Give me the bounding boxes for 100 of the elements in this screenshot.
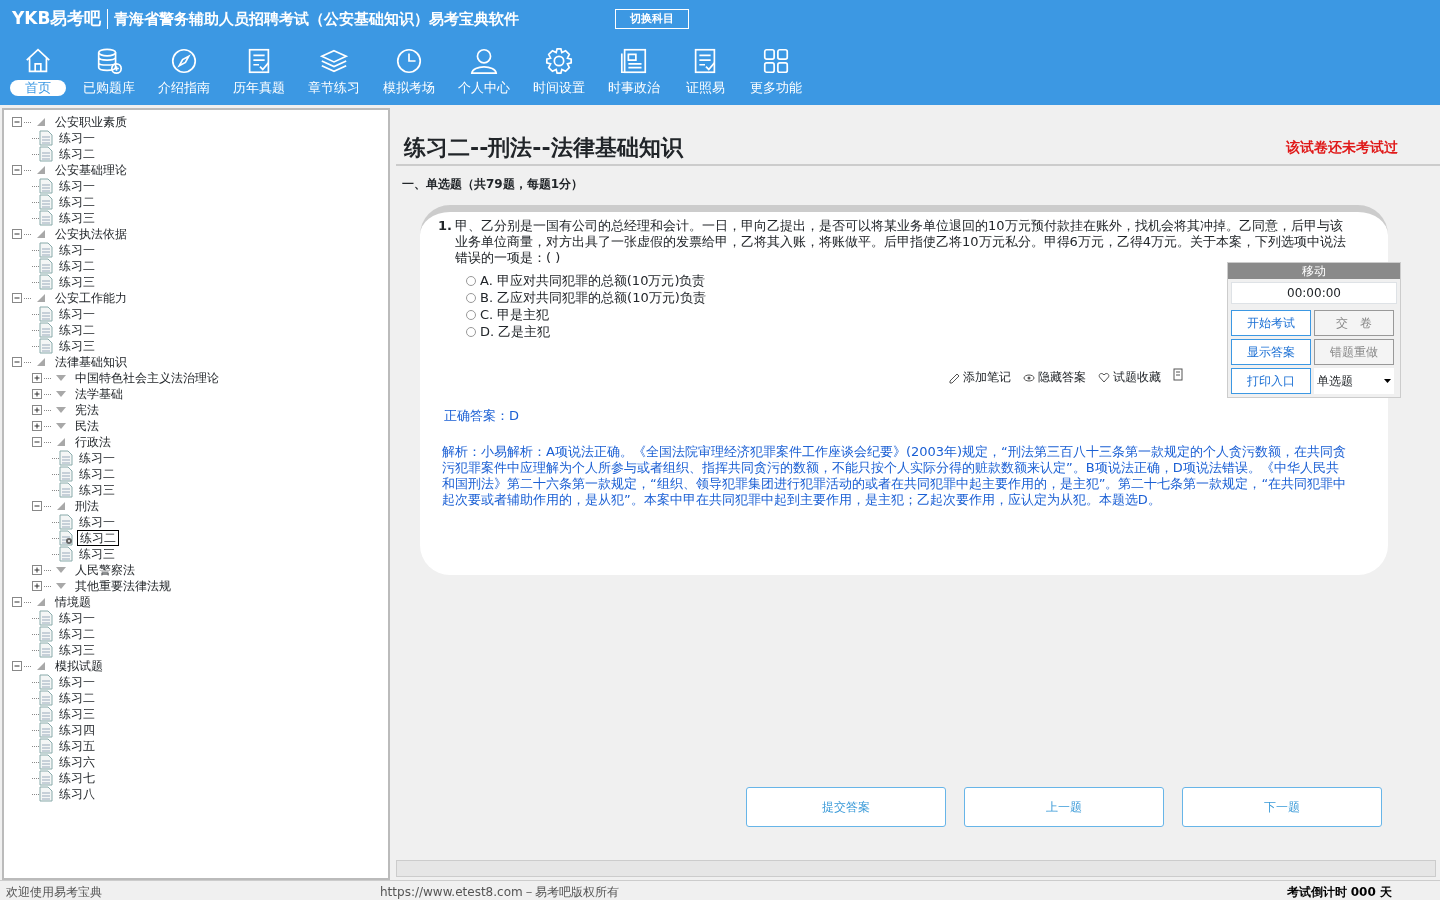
tree-leaf[interactable]: 练习五 (57, 739, 97, 753)
tree-leaf[interactable]: 练习三 (57, 275, 97, 289)
tree-leaf[interactable]: 练习一 (57, 131, 97, 145)
expand-icon[interactable] (32, 372, 43, 384)
collapse-icon[interactable] (12, 292, 23, 304)
expand-icon[interactable] (32, 388, 43, 400)
expanded-folder-icon (35, 597, 47, 607)
panel-button[interactable]: 开始考试 (1231, 310, 1311, 336)
horizontal-scrollbar[interactable] (396, 860, 1436, 877)
tree-leaf[interactable]: 练习一 (77, 515, 117, 529)
tree-leaf[interactable]: 练习七 (57, 771, 97, 785)
tree-node[interactable]: 人民警察法 (73, 563, 137, 577)
tool-link[interactable]: 添加笔记 (963, 368, 1011, 386)
tree-node[interactable]: 情境题 (53, 595, 93, 609)
tree-leaf[interactable]: 练习三 (57, 339, 97, 353)
tree-leaf[interactable]: 练习二 (57, 691, 97, 705)
tree-leaf[interactable]: 练习一 (57, 179, 97, 193)
tree-leaf[interactable]: 练习二 (77, 530, 119, 546)
tree-leaf[interactable]: 练习一 (57, 243, 97, 257)
document-icon (39, 258, 53, 274)
radio-button[interactable] (466, 275, 476, 286)
clock-icon (394, 46, 424, 76)
document-icon (59, 466, 73, 482)
collapse-icon[interactable] (12, 356, 23, 368)
question-number: 1. (438, 218, 452, 235)
collapse-icon[interactable] (32, 500, 43, 512)
tree-leaf[interactable]: 练习三 (57, 643, 97, 657)
document-icon (39, 722, 53, 738)
tree-leaf[interactable]: 练习二 (77, 467, 117, 481)
tree-leaf[interactable]: 练习八 (57, 787, 97, 801)
expand-icon[interactable] (32, 580, 43, 592)
tree-leaf[interactable]: 练习三 (77, 547, 117, 561)
tree-leaf[interactable]: 练习一 (77, 451, 117, 465)
option-letter: D. (480, 323, 495, 340)
expand-icon[interactable] (32, 404, 43, 416)
expand-icon[interactable] (32, 420, 43, 432)
expanded-folder-icon (35, 117, 47, 127)
tree-node[interactable]: 其他重要法律法规 (73, 579, 173, 593)
document-icon (59, 482, 73, 498)
heart-icon (1098, 370, 1110, 384)
radio-button[interactable] (466, 326, 476, 337)
radio-button[interactable] (466, 309, 476, 320)
tree-leaf[interactable]: 练习四 (57, 723, 97, 737)
tree-leaf[interactable]: 练习二 (57, 627, 97, 641)
option-letter: B. (480, 289, 494, 306)
book-icon[interactable] (1173, 368, 1183, 381)
option-text: 乙是主犯 (498, 323, 551, 340)
collapse-icon[interactable] (32, 436, 43, 448)
tree-leaf[interactable]: 练习一 (57, 675, 97, 689)
document-icon (39, 146, 53, 162)
tree-leaf[interactable]: 练习二 (57, 259, 97, 273)
tree-node[interactable]: 法学基础 (73, 387, 125, 401)
tree-leaf[interactable]: 练习一 (57, 307, 97, 321)
tree-node[interactable]: 宪法 (73, 403, 101, 417)
newspaper-icon (619, 46, 649, 76)
expand-icon[interactable] (32, 564, 43, 576)
tree-node[interactable]: 公安职业素质 (53, 115, 129, 129)
tool-link[interactable]: 试题收藏 (1113, 368, 1161, 386)
collapse-icon[interactable] (12, 164, 23, 176)
tree-node[interactable]: 刑法 (73, 499, 101, 513)
document-icon (39, 242, 53, 258)
tree-leaf[interactable]: 练习三 (57, 211, 97, 225)
collapse-icon[interactable] (12, 596, 23, 608)
caret-icon (1384, 379, 1391, 383)
tree-node[interactable]: 公安工作能力 (53, 291, 129, 305)
panel-button[interactable]: 显示答案 (1231, 339, 1311, 365)
document-icon (59, 546, 73, 562)
document-icon (59, 514, 73, 530)
tool-link[interactable]: 隐藏答案 (1038, 368, 1086, 386)
collapse-icon[interactable] (12, 116, 23, 128)
timer-display: 00:00:00 (1231, 282, 1397, 304)
tree-node[interactable]: 法律基础知识 (53, 355, 129, 369)
tree-node[interactable]: 民法 (73, 419, 101, 433)
tree-leaf[interactable]: 练习二 (57, 323, 97, 337)
option-letter: C. (480, 306, 494, 323)
tree-leaf[interactable]: 练习三 (77, 483, 117, 497)
tree-leaf[interactable]: 练习六 (57, 755, 97, 769)
panel-button[interactable]: 打印入口 (1231, 368, 1311, 394)
option-letter: A. (480, 272, 493, 289)
document-icon (39, 642, 53, 658)
tree-node[interactable]: 公安基础理论 (53, 163, 129, 177)
radio-button[interactable] (466, 292, 476, 303)
tree-node[interactable]: 行政法 (73, 435, 113, 449)
gear-icon (544, 46, 574, 76)
tree-leaf[interactable]: 练习三 (57, 707, 97, 721)
collapsed-folder-icon (55, 421, 67, 431)
tree-node[interactable]: 公安执法依据 (53, 227, 129, 241)
tree-leaf[interactable]: 练习二 (57, 147, 97, 161)
expanded-folder-icon (55, 437, 67, 447)
analysis-text: 解析：小易解析：A项说法正确。《全国法院审理经济犯罪案件工作座谈会纪要》(2003年)规定，“刑法第三百八十三条第一款规定的个人贪污数额，在共同贪污犯罪案件中应理解为个人所参与或者组织、指挥共同贪污的数额，不能只按个人实际分得的赃款数额来认定”。B项说法正确，D项说法错误。《中华人民共和国刑法》第二十六条第一款规定，“组织、领导犯罪集团进行犯罪活动的或者在共同犯罪中起主要作用的，是主犯”。第二十七条第一款规定，“在共同犯罪中起次要或者辅助作用的，是从犯”。本案中甲在共同犯罪中起到主要作用，是主犯；乙起次要作用，应认定为从犯。本题选D。 (442, 444, 1348, 508)
tree-node[interactable]: 模拟试题 (53, 659, 105, 673)
tree-node[interactable]: 中国特色社会主义法治理论 (73, 371, 221, 385)
expanded-folder-icon (35, 229, 47, 239)
question-type-select[interactable]: 单选题 (1314, 368, 1394, 394)
document-icon (39, 738, 53, 754)
tree-leaf[interactable]: 练习一 (57, 611, 97, 625)
document-icon (39, 754, 53, 770)
collapse-icon[interactable] (12, 660, 23, 672)
collapse-icon[interactable] (12, 228, 23, 240)
tree-leaf[interactable]: 练习二 (57, 195, 97, 209)
